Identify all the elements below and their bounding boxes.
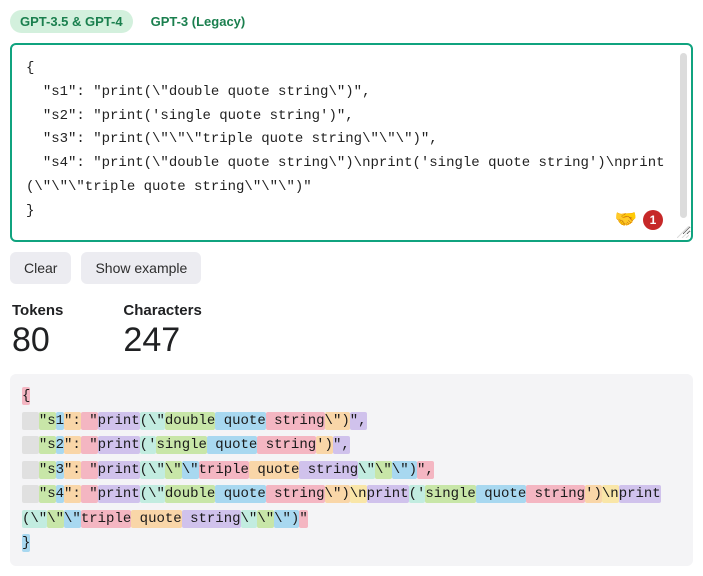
token: string <box>257 436 316 454</box>
token: single <box>156 436 206 454</box>
token: string <box>182 510 241 528</box>
token: ') <box>316 436 333 454</box>
token: quote <box>215 412 265 430</box>
token: 4 <box>56 485 64 503</box>
tab-gpt3-legacy[interactable]: GPT-3 (Legacy) <box>141 10 256 33</box>
scrollbar[interactable] <box>680 53 687 218</box>
reaction-count-badge: 1 <box>643 210 663 230</box>
token: \n <box>350 485 367 503</box>
handshake-icon: 🤝 <box>615 209 637 230</box>
token <box>22 461 39 479</box>
token-input[interactable] <box>12 45 691 235</box>
token: print <box>98 412 140 430</box>
token: ": <box>64 485 81 503</box>
model-tabs: GPT-3.5 & GPT-4 GPT-3 (Legacy) <box>10 10 693 33</box>
tokens-label: Tokens <box>12 302 63 319</box>
token: single <box>425 485 475 503</box>
tokens-stat: Tokens 80 <box>12 302 63 360</box>
characters-label: Characters <box>123 302 201 319</box>
token: (' <box>409 485 426 503</box>
token: quote <box>476 485 526 503</box>
token: print <box>98 436 140 454</box>
show-example-button[interactable]: Show example <box>81 252 201 284</box>
token: string <box>299 461 358 479</box>
token: "s <box>39 461 56 479</box>
stats-row: Tokens 80 Characters 247 <box>10 302 693 360</box>
token: "s <box>39 436 56 454</box>
token: \" <box>182 461 199 479</box>
token: print <box>619 485 661 503</box>
tokens-value: 80 <box>12 321 63 360</box>
token: triple <box>199 461 249 479</box>
token: \") <box>325 485 350 503</box>
token: ') <box>585 485 602 503</box>
token: quote <box>131 510 181 528</box>
token: (\" <box>140 461 165 479</box>
token: \" <box>375 461 392 479</box>
token: ", <box>333 436 350 454</box>
token: quote <box>249 461 299 479</box>
token: " <box>81 485 98 503</box>
token: \" <box>64 510 81 528</box>
token: (\" <box>140 412 165 430</box>
token: triple <box>81 510 131 528</box>
token: 2 <box>56 436 64 454</box>
token: ": <box>64 412 81 430</box>
token: quote <box>215 485 265 503</box>
token <box>22 485 39 503</box>
tab-gpt35-gpt4[interactable]: GPT-3.5 & GPT-4 <box>10 10 133 33</box>
characters-value: 247 <box>123 321 201 360</box>
token: "s <box>39 412 56 430</box>
token: \" <box>358 461 375 479</box>
token: } <box>22 534 30 552</box>
token: " <box>299 510 307 528</box>
token: string <box>266 412 325 430</box>
token: " <box>81 412 98 430</box>
token: print <box>98 485 140 503</box>
token: " <box>81 436 98 454</box>
token: (\" <box>140 485 165 503</box>
token: \" <box>241 510 258 528</box>
tokenized-output: { "s1": "print(\"double quote string\")"… <box>10 374 693 566</box>
token: \" <box>47 510 64 528</box>
token: \n <box>602 485 619 503</box>
token: { <box>22 387 30 405</box>
token: ": <box>64 436 81 454</box>
token: \" <box>257 510 274 528</box>
token: (\" <box>22 510 47 528</box>
token: "s <box>39 485 56 503</box>
action-buttons: Clear Show example <box>10 252 693 284</box>
token <box>22 412 39 430</box>
token: \") <box>274 510 299 528</box>
token: ", <box>350 412 367 430</box>
characters-stat: Characters 247 <box>123 302 201 360</box>
token: double <box>165 412 215 430</box>
clear-button[interactable]: Clear <box>10 252 71 284</box>
token: ": <box>64 461 81 479</box>
token: string <box>266 485 325 503</box>
token: quote <box>207 436 257 454</box>
reaction-badges: 🤝 1 <box>615 209 663 230</box>
token: \") <box>392 461 417 479</box>
token: print <box>367 485 409 503</box>
token: " <box>81 461 98 479</box>
token: print <box>98 461 140 479</box>
token: string <box>526 485 585 503</box>
token: 3 <box>56 461 64 479</box>
token: (' <box>140 436 157 454</box>
token: \" <box>165 461 182 479</box>
input-container: 🤝 1 <box>10 43 693 242</box>
token: 1 <box>56 412 64 430</box>
token <box>22 436 39 454</box>
token: double <box>165 485 215 503</box>
token: \") <box>325 412 350 430</box>
token: ", <box>417 461 434 479</box>
